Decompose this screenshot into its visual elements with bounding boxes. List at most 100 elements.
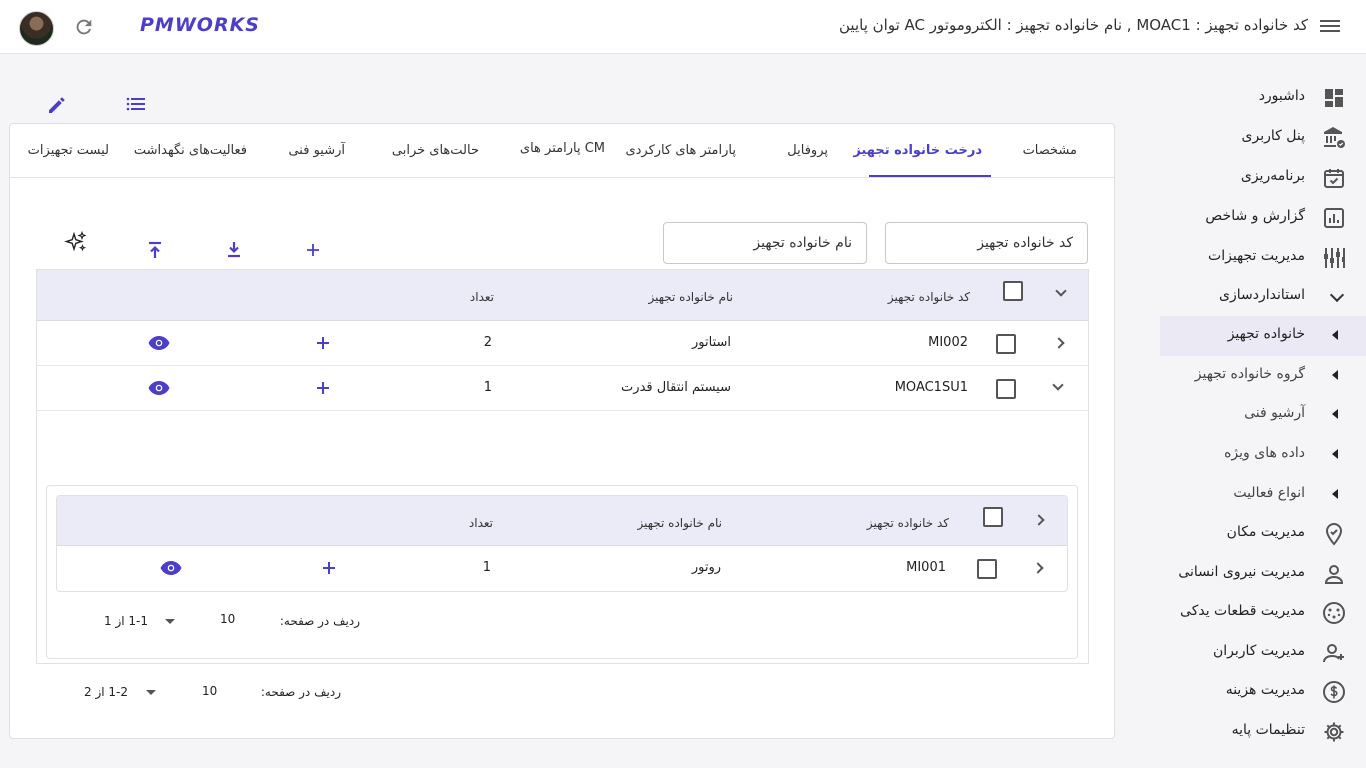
subtable: کد خانواده تجهیز نام خانواده تجهیز تعداد… (56, 495, 1068, 592)
location-icon (1322, 522, 1346, 546)
view-icon[interactable] (147, 331, 171, 355)
add-icon[interactable] (301, 238, 325, 262)
table-row[interactable]: MI002 استاتور 2 (37, 321, 1088, 366)
sidebar-item-location[interactable]: مدیریت مکان (1160, 514, 1366, 554)
family-code-input[interactable] (886, 223, 1087, 263)
sidebar-item-equipment-family-group[interactable]: گروه خانواده تجهیز (1160, 356, 1366, 396)
sidebar-item-planning[interactable]: برنامه‌ریزی (1160, 158, 1366, 198)
tab-equipment-list[interactable]: لیست تجهیزات (28, 143, 109, 158)
sidebar-item-label: گروه خانواده تجهیز (1194, 366, 1305, 382)
expand-row-icon[interactable] (1032, 562, 1044, 574)
tab-profile[interactable]: پروفایل (787, 143, 828, 158)
sidebar-item-human-resources[interactable]: مدیریت نیروی انسانی (1160, 554, 1366, 594)
family-name-filter[interactable] (663, 222, 867, 264)
sidebar-item-cost[interactable]: مدیریت هزینه (1160, 672, 1366, 712)
sidebar-item-activity-types[interactable]: انواع فعالیت (1160, 475, 1366, 515)
family-code-filter[interactable] (885, 222, 1088, 264)
bank-user-icon (1322, 126, 1346, 150)
rows-per-page-label: ردیف در صفحه: (260, 685, 341, 699)
sidebar-item-label: خانواده تجهیز (1227, 326, 1305, 342)
pagination-range: 1-1 از 1 (104, 614, 149, 628)
column-header-name[interactable]: نام خانواده تجهیز (638, 516, 723, 530)
sidebar-item-spare-parts[interactable]: مدیریت قطعات یدکی (1160, 593, 1366, 633)
view-icon[interactable] (159, 556, 183, 580)
add-child-icon[interactable] (311, 331, 335, 355)
sidebar-item-label: آرشیو فنی (1244, 405, 1305, 421)
tab-specifications[interactable]: مشخصات (1023, 143, 1077, 158)
table-header: کد خانواده تجهیز نام خانواده تجهیز تعداد (37, 270, 1088, 321)
cell-code: MOAC1SU1 (894, 380, 968, 395)
dollar-icon (1322, 680, 1346, 704)
sidebar-item-dashboard[interactable]: داشبورد (1160, 78, 1366, 118)
expand-all-icon[interactable] (1033, 514, 1045, 526)
column-header-name[interactable]: نام خانواده تجهیز (649, 290, 734, 304)
column-header-count[interactable]: تعداد (469, 516, 493, 530)
gear-icon (1322, 720, 1346, 744)
cell-name: استاتور (692, 335, 731, 350)
sparkle-icon[interactable] (64, 230, 88, 254)
sidebar-item-special-data[interactable]: داده های ویژه (1160, 435, 1366, 475)
table-row[interactable]: MI001 روتور 1 (57, 546, 1067, 591)
collapse-row-icon[interactable] (1052, 379, 1064, 391)
caret-left-icon (1332, 489, 1338, 499)
sidebar-item-label: استانداردسازی (1219, 287, 1305, 303)
tab-failure-modes[interactable]: حالت‌های خرابی (392, 143, 479, 158)
view-icon[interactable] (147, 376, 171, 400)
tab-technical-archive[interactable]: آرشیو فنی (288, 143, 345, 158)
rows-per-page-label: ردیف در صفحه: (279, 614, 360, 628)
select-all-checkbox[interactable] (983, 507, 1003, 527)
sidebar-item-user-panel[interactable]: پنل کاربری (1160, 118, 1366, 158)
cell-count: 2 (483, 335, 492, 350)
pagination-range: 1-2 از 2 (84, 685, 129, 699)
sidebar-item-label: تنظیمات پایه (1231, 722, 1305, 738)
sidebar-item-equipment[interactable]: مدیریت تجهیزات (1160, 238, 1366, 278)
tab-cm-parameters[interactable]: پارامتر های CM (520, 141, 605, 156)
sidebar-item-label: گزارش و شاخص (1205, 208, 1305, 224)
family-name-input[interactable] (664, 223, 866, 263)
sidebar-item-reports[interactable]: گزارش و شاخص (1160, 198, 1366, 238)
main-card: مشخصات درخت خانواده تجهیز پروفایل پارامت… (9, 123, 1115, 739)
column-header-code[interactable]: کد خانواده تجهیز (867, 516, 949, 530)
rows-per-page-dropdown-icon[interactable] (146, 690, 156, 695)
rows-per-page-dropdown-icon[interactable] (165, 619, 175, 624)
rows-per-page-select[interactable]: 10 (202, 684, 217, 698)
column-header-code[interactable]: کد خانواده تجهیز (888, 290, 970, 304)
list-view-icon[interactable] (124, 93, 148, 117)
subtable-panel: کد خانواده تجهیز نام خانواده تجهیز تعداد… (46, 485, 1078, 659)
sidebar-item-label: مدیریت تجهیزات (1208, 248, 1305, 264)
cell-code: MI002 (928, 335, 968, 350)
row-checkbox[interactable] (996, 334, 1016, 354)
menu-icon[interactable] (1320, 17, 1340, 35)
sidebar-item-technical-archive[interactable]: آرشیو فنی (1160, 395, 1366, 435)
expand-row-icon[interactable] (1053, 337, 1065, 349)
dashboard-icon (1322, 86, 1346, 110)
sidebar-item-settings[interactable]: تنظیمات پایه (1160, 712, 1366, 752)
table-row[interactable]: MOAC1SU1 سیستم انتقال قدرت 1 (37, 366, 1088, 411)
rows-per-page-select[interactable]: 10 (220, 612, 235, 626)
expand-all-icon[interactable] (1055, 285, 1067, 297)
cell-count: 1 (483, 380, 492, 395)
edit-icon[interactable] (45, 93, 69, 117)
row-checkbox[interactable] (977, 559, 997, 579)
upload-icon[interactable] (143, 238, 167, 262)
cell-name: روتور (691, 560, 721, 575)
sidebar-item-standardization[interactable]: استانداردسازی (1160, 277, 1366, 317)
sidebar-item-label: داده های ویژه (1224, 445, 1305, 461)
tab-equipment-family-tree[interactable]: درخت خانواده تجهیز (853, 143, 982, 158)
add-child-icon[interactable] (317, 556, 341, 580)
cell-count: 1 (482, 560, 491, 575)
add-child-icon[interactable] (311, 376, 335, 400)
select-all-checkbox[interactable] (1003, 281, 1023, 301)
tab-maintenance-activities[interactable]: فعالیت‌های نگهداشت (134, 143, 247, 158)
download-icon[interactable] (222, 238, 246, 262)
row-checkbox[interactable] (996, 379, 1016, 399)
avatar[interactable] (19, 11, 54, 46)
spare-parts-icon (1322, 601, 1346, 625)
sidebar-item-users[interactable]: مدیریت کاربران (1160, 633, 1366, 673)
refresh-icon[interactable] (73, 16, 95, 38)
sidebar-item-equipment-family[interactable]: خانواده تجهیز (1160, 316, 1366, 356)
sidebar-item-label: انواع فعالیت (1233, 485, 1305, 501)
sidebar-item-label: مدیریت قطعات یدکی (1180, 603, 1305, 619)
column-header-count[interactable]: تعداد (470, 290, 494, 304)
tab-operational-parameters[interactable]: پارامتر های کارکردی (625, 143, 736, 158)
